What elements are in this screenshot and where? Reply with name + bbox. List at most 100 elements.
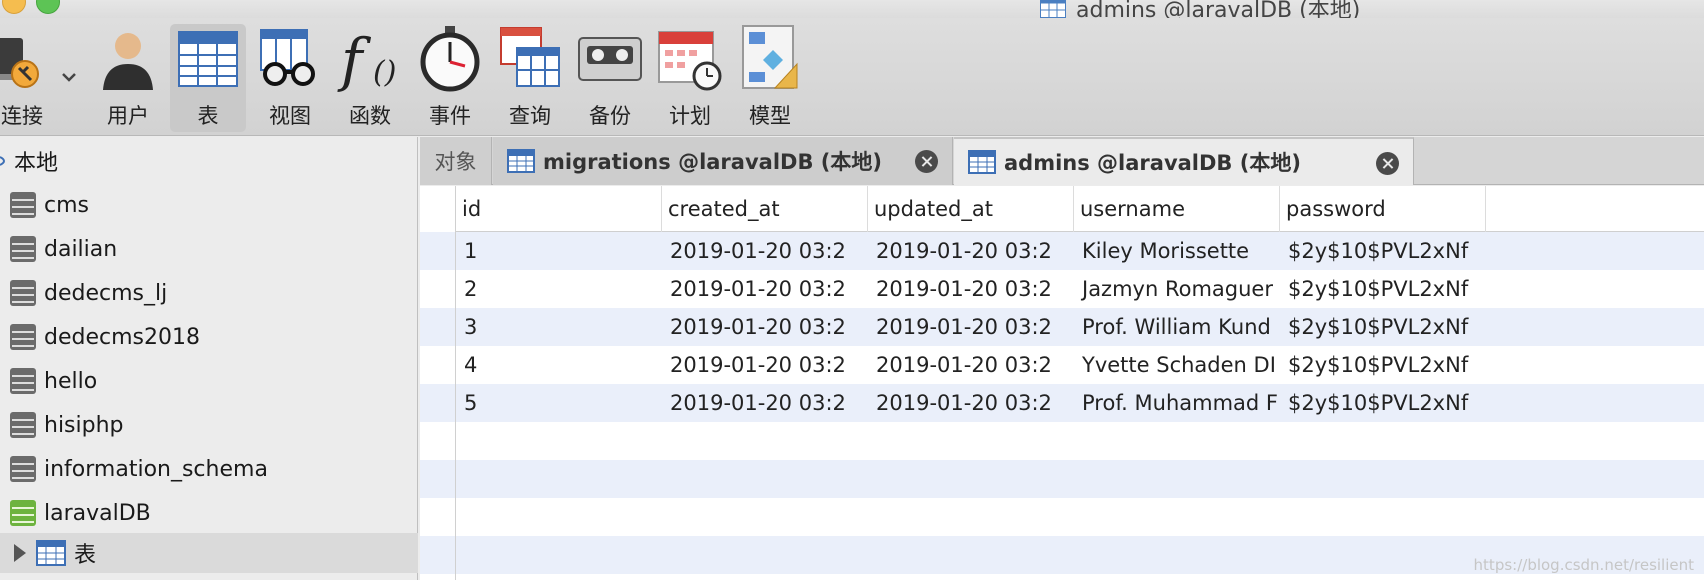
connection-signal-icon: [0, 156, 5, 166]
cell-id[interactable]: 5: [456, 384, 662, 422]
database-open-icon: [10, 500, 36, 526]
tab-admins[interactable]: admins @laravalDB (本地): [954, 137, 1414, 185]
sidebar-tables-group[interactable]: 表: [0, 533, 418, 573]
cell-updated_at[interactable]: 2019-01-20 03:2: [868, 270, 1074, 308]
cell-created_at[interactable]: 2019-01-20 03:2: [662, 232, 868, 270]
toolbar-label: 事件: [429, 104, 471, 128]
data-grid: id created_at updated_at username passwo…: [420, 186, 1704, 580]
sidebar-db-label: hello: [44, 368, 98, 394]
column-header-updated_at[interactable]: updated_at: [868, 186, 1074, 232]
table-row[interactable]: 1 2019-01-20 03:2 2019-01-20 03:2 Kiley …: [420, 232, 1704, 270]
cell-created_at[interactable]: 2019-01-20 03:2: [662, 270, 868, 308]
watermark: https://blog.csdn.net/resilient: [1473, 556, 1694, 574]
column-header-password[interactable]: password: [1280, 186, 1486, 232]
cell-id[interactable]: 1: [456, 232, 662, 270]
sidebar-db-hisiphp[interactable]: hisiphp: [0, 405, 418, 445]
cell-username[interactable]: Kiley Morissette: [1074, 232, 1280, 270]
toolbar-view[interactable]: 视图: [252, 24, 328, 132]
sidebar-db-dedecms_lj[interactable]: dedecms_lj: [0, 273, 418, 313]
chevron-down-icon[interactable]: [60, 68, 78, 86]
user-icon: [93, 24, 163, 94]
cell-password[interactable]: $2y$10$PVL2xNf: [1280, 270, 1486, 308]
toolbar-event[interactable]: 事件: [412, 24, 488, 132]
toolbar-label: 函数: [349, 104, 391, 128]
toolbar-label: 用户: [107, 104, 149, 128]
table-row[interactable]: 5 2019-01-20 03:2 2019-01-20 03:2 Prof. …: [420, 384, 1704, 422]
toolbar-connection[interactable]: 连接: [0, 24, 60, 132]
svg-text:f: f: [337, 26, 372, 94]
sidebar-connection[interactable]: 本地: [0, 141, 418, 181]
toolbar-model[interactable]: 模型: [732, 24, 808, 132]
sidebar-db-label: information_schema: [44, 456, 268, 482]
table-icon: [173, 24, 243, 94]
toolbar-label: 计划: [669, 104, 711, 128]
database-icon: [10, 456, 36, 482]
sidebar-db-hello[interactable]: hello: [0, 361, 418, 401]
cell-password[interactable]: $2y$10$PVL2xNf: [1280, 346, 1486, 384]
database-icon: [10, 280, 36, 306]
table-header: id created_at updated_at username passwo…: [456, 186, 1704, 232]
toolbar-function[interactable]: f () 函数: [332, 24, 408, 132]
cell-password[interactable]: $2y$10$PVL2xNf: [1280, 384, 1486, 422]
sidebar-db-label: dedecms2018: [44, 324, 200, 350]
cell-password[interactable]: $2y$10$PVL2xNf: [1280, 232, 1486, 270]
toolbar-label: 视图: [269, 104, 311, 128]
toolbar-query[interactable]: 查询: [492, 24, 568, 132]
sidebar-db-label: laravalDB: [44, 500, 151, 526]
tab-label: migrations @laravalDB (本地): [543, 150, 882, 174]
sidebar-db-label: hisiphp: [44, 412, 124, 438]
cell-created_at[interactable]: 2019-01-20 03:2: [662, 384, 868, 422]
cell-updated_at[interactable]: 2019-01-20 03:2: [868, 346, 1074, 384]
sidebar: 本地 cms dailian dedecms_lj dedecms2018 he…: [0, 137, 418, 580]
column-header-username[interactable]: username: [1074, 186, 1280, 232]
table-row[interactable]: 3 2019-01-20 03:2 2019-01-20 03:2 Prof. …: [420, 308, 1704, 346]
toolbar-label: 查询: [509, 104, 551, 128]
zoom-button[interactable]: [36, 0, 60, 14]
tab-migrations[interactable]: migrations @laravalDB (本地): [493, 137, 953, 185]
toolbar-backup[interactable]: 备份: [572, 24, 648, 132]
sidebar-db-cms[interactable]: cms: [0, 185, 418, 225]
table-row[interactable]: 4 2019-01-20 03:2 2019-01-20 03:2 Yvette…: [420, 346, 1704, 384]
cell-password[interactable]: $2y$10$PVL2xNf: [1280, 308, 1486, 346]
cell-username[interactable]: Prof. Muhammad F: [1074, 384, 1280, 422]
tab-objects-label: 对象: [434, 150, 477, 174]
database-icon: [10, 412, 36, 438]
toolbar-user[interactable]: 用户: [90, 24, 166, 132]
cell-username[interactable]: Yvette Schaden DI: [1074, 346, 1280, 384]
sidebar-db-laravaldb[interactable]: laravalDB: [0, 493, 418, 533]
disclosure-triangle-icon[interactable]: [14, 544, 26, 562]
tab-objects[interactable]: 对象: [420, 137, 492, 185]
toolbar-table[interactable]: 表: [170, 24, 246, 132]
column-header-created_at[interactable]: created_at: [662, 186, 868, 232]
cell-username[interactable]: Prof. William Kund: [1074, 308, 1280, 346]
backup-icon: [575, 24, 645, 94]
cell-created_at[interactable]: 2019-01-20 03:2: [662, 308, 868, 346]
sidebar-db-dedecms2018[interactable]: dedecms2018: [0, 317, 418, 357]
column-header-label: created_at: [668, 197, 780, 221]
cell-username[interactable]: Jazmyn Romaguer: [1074, 270, 1280, 308]
cell-id[interactable]: 2: [456, 270, 662, 308]
close-tab-icon[interactable]: [915, 150, 938, 173]
sidebar-db-label: cms: [44, 192, 89, 218]
sidebar-db-label: dailian: [44, 236, 118, 262]
sidebar-db-dailian[interactable]: dailian: [0, 229, 418, 269]
table-row[interactable]: 2 2019-01-20 03:2 2019-01-20 03:2 Jazmyn…: [420, 270, 1704, 308]
model-icon: [735, 24, 805, 94]
cell-id[interactable]: 4: [456, 346, 662, 384]
cell-updated_at[interactable]: 2019-01-20 03:2: [868, 384, 1074, 422]
column-header-id[interactable]: id: [456, 186, 662, 232]
column-header-label: updated_at: [874, 197, 993, 221]
cell-updated_at[interactable]: 2019-01-20 03:2: [868, 308, 1074, 346]
cell-created_at[interactable]: 2019-01-20 03:2: [662, 346, 868, 384]
column-header-label: username: [1080, 197, 1185, 221]
sidebar-tables-label: 表: [74, 543, 97, 568]
cell-id[interactable]: 3: [456, 308, 662, 346]
cell-updated_at[interactable]: 2019-01-20 03:2: [868, 232, 1074, 270]
close-tab-icon[interactable]: [1376, 152, 1399, 175]
sidebar-db-information_schema[interactable]: information_schema: [0, 449, 418, 489]
svg-text:(): (): [373, 55, 396, 90]
minimize-button[interactable]: [2, 0, 26, 14]
table-icon: [968, 150, 996, 174]
toolbar-schedule[interactable]: 计划: [652, 24, 728, 132]
column-header-label: id: [462, 197, 482, 221]
